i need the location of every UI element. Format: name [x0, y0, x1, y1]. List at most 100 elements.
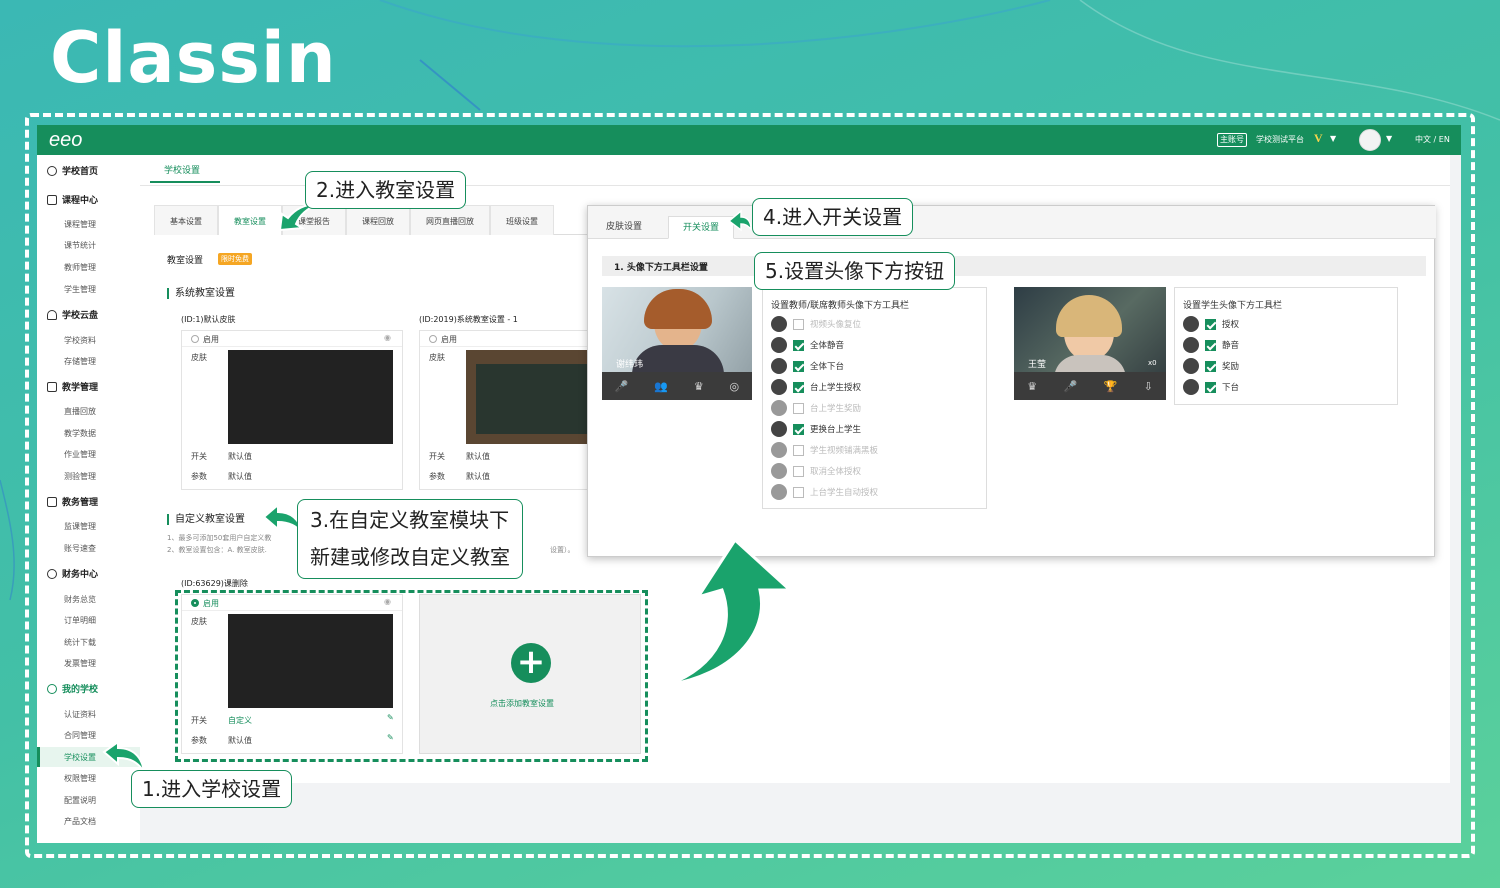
checkbox[interactable] [793, 486, 804, 498]
teacher-panel-title: 设置教师/联席教师头像下方工具栏 [771, 301, 910, 311]
sidebar-item[interactable]: 教学数据 [64, 428, 96, 439]
sidebar-item[interactable]: 直播回放 [64, 406, 96, 417]
tab-skin-settings[interactable]: 皮肤设置 [592, 216, 656, 239]
sidebar-section-teaching[interactable]: 教学管理 [47, 380, 98, 393]
language-switch[interactable]: 中文 / EN [1415, 134, 1450, 145]
param-label: 参数 [191, 472, 207, 481]
sidebar-item[interactable]: 账号速查 [64, 543, 96, 554]
mute-icon[interactable]: 🎤 [1063, 380, 1077, 393]
trophy-icon [771, 400, 787, 416]
sidebar-item[interactable]: 认证资料 [64, 709, 96, 720]
chevron-down-icon[interactable]: ▼ [1386, 134, 1392, 143]
option-row: 台上学生奖励 [771, 400, 861, 416]
trophy-icon [1183, 358, 1199, 374]
checkbox[interactable] [793, 402, 804, 414]
subtab-basic[interactable]: 基本设置 [154, 205, 218, 235]
tab-switch-settings[interactable]: 开关设置 [668, 216, 735, 239]
authorize-icon [771, 379, 787, 395]
arrow-left-icon [727, 209, 752, 232]
sidebar-item[interactable]: 配置说明 [64, 795, 96, 806]
option-row: 全体静音 [771, 337, 844, 353]
account-name[interactable]: 学校测试平台 [1256, 134, 1304, 145]
authorize-icon[interactable]: ♛ [1027, 380, 1037, 393]
sidebar-section-finance[interactable]: 财务中心 [47, 567, 98, 580]
sidebar-section-cloud[interactable]: 学校云盘 [47, 308, 98, 321]
school-icon [47, 683, 57, 694]
option-row: 授权 [1183, 316, 1239, 332]
sidebar-item[interactable]: 监课管理 [64, 521, 96, 532]
sidebar-section-myschool[interactable]: 我的学校 [47, 682, 98, 695]
param-label: 参数 [429, 472, 445, 481]
subtab-web-replay[interactable]: 网页直播回放 [410, 205, 490, 235]
switch-student-icon[interactable]: ◎ [729, 380, 739, 393]
sidebar-section-academic[interactable]: 教务管理 [47, 495, 98, 508]
custom-note: 1、最多可添加50套用户自定义教 [167, 534, 272, 542]
chevron-down-icon[interactable]: ▼ [1330, 134, 1336, 143]
sidebar-item[interactable]: 教师管理 [64, 262, 96, 273]
sidebar-section-home[interactable]: 学校首页 [47, 164, 98, 177]
enable-label: 启用 [203, 335, 219, 344]
checkbox[interactable] [793, 360, 804, 372]
mute-icon [1183, 337, 1199, 353]
switch-settings-panel: 皮肤设置 开关设置 1. 头像下方工具栏设置 谢纬玮 🎤 👥 ♛ ◎ 设置教师/联席教… [587, 205, 1436, 557]
tab-underline [150, 181, 220, 183]
checkbox[interactable] [793, 444, 804, 456]
option-row: 学生视频铺满黑板 [771, 442, 878, 458]
checkbox[interactable] [793, 423, 804, 435]
sidebar-item[interactable]: 财务总览 [64, 594, 96, 605]
mute-all-icon[interactable]: 🎤 [615, 380, 629, 393]
option-row: 静音 [1183, 337, 1239, 353]
checkbox[interactable] [1205, 381, 1216, 393]
auto-authorize-icon [771, 484, 787, 500]
enable-radio[interactable] [429, 335, 437, 343]
sidebar-section-course[interactable]: 课程中心 [47, 193, 98, 206]
sidebar-item[interactable]: 课节统计 [64, 240, 96, 251]
sidebar-item[interactable]: 产品文档 [64, 816, 96, 827]
sidebar-item[interactable]: 发票管理 [64, 658, 96, 669]
switch-label: 开关 [429, 452, 445, 461]
student-video-toolbar: ♛ 🎤 🏆 ⇩ [1014, 372, 1166, 400]
avatar[interactable] [1359, 129, 1381, 151]
all-down-icon[interactable]: 👥 [654, 380, 668, 393]
sidebar-item[interactable]: 课程管理 [64, 219, 96, 230]
checkbox[interactable] [793, 318, 804, 330]
sidebar-item[interactable]: 学校资料 [64, 335, 96, 346]
eye-icon[interactable]: ◉ [384, 333, 391, 342]
subtab-replay[interactable]: 课程回放 [346, 205, 410, 235]
tab-school-settings[interactable]: 学校设置 [164, 163, 200, 176]
subtab-class[interactable]: 班级设置 [490, 205, 554, 235]
calendar-icon [47, 194, 57, 205]
enable-radio[interactable] [191, 335, 199, 343]
sidebar-item[interactable]: 作业管理 [64, 449, 96, 460]
authorize-icon[interactable]: ♛ [694, 380, 704, 393]
down-stage-icon[interactable]: ⇩ [1144, 380, 1153, 393]
checkbox[interactable] [793, 381, 804, 393]
skin-label: 皮肤 [191, 353, 207, 362]
checkbox[interactable] [1205, 360, 1216, 372]
callout-step4: 4.进入开关设置 [752, 198, 914, 236]
sidebar-item[interactable]: 权限管理 [64, 773, 96, 784]
sidebar-item[interactable]: 订单明细 [64, 615, 96, 626]
student-video-preview: 王莹 x0 ♛ 🎤 🏆 ⇩ [1014, 287, 1166, 400]
checkbox[interactable] [793, 465, 804, 477]
switch-label: 开关 [191, 452, 207, 461]
system-card-default[interactable]: 启用 ◉ 皮肤 开关 默认值 参数 默认值 [181, 330, 403, 490]
enable-label: 启用 [441, 335, 457, 344]
card-id: (ID:1)默认皮肤 [181, 315, 236, 324]
sidebar-item-school-settings[interactable]: 学校设置 [64, 752, 96, 763]
checkbox[interactable] [793, 339, 804, 351]
teacher-video-preview: 谢纬玮 🎤 👥 ♛ ◎ [602, 287, 752, 400]
down-stage-icon [1183, 379, 1199, 395]
option-row: 上台学生自动授权 [771, 484, 878, 500]
callout-step3: 3.在自定义教室模块下 新建或修改自定义教室 [297, 499, 523, 579]
trophy-icon[interactable]: 🏆 [1104, 380, 1118, 393]
switch-value: 默认值 [228, 452, 252, 461]
sidebar-item[interactable]: 合同管理 [64, 730, 96, 741]
checkbox[interactable] [1205, 339, 1216, 351]
sidebar-item[interactable]: 测验管理 [64, 471, 96, 482]
checkbox[interactable] [1205, 318, 1216, 330]
sidebar-item[interactable]: 统计下载 [64, 637, 96, 648]
sidebar-item[interactable]: 学生管理 [64, 284, 96, 295]
subtab-classroom[interactable]: 教室设置 [218, 205, 282, 235]
sidebar-item[interactable]: 存储管理 [64, 356, 96, 367]
